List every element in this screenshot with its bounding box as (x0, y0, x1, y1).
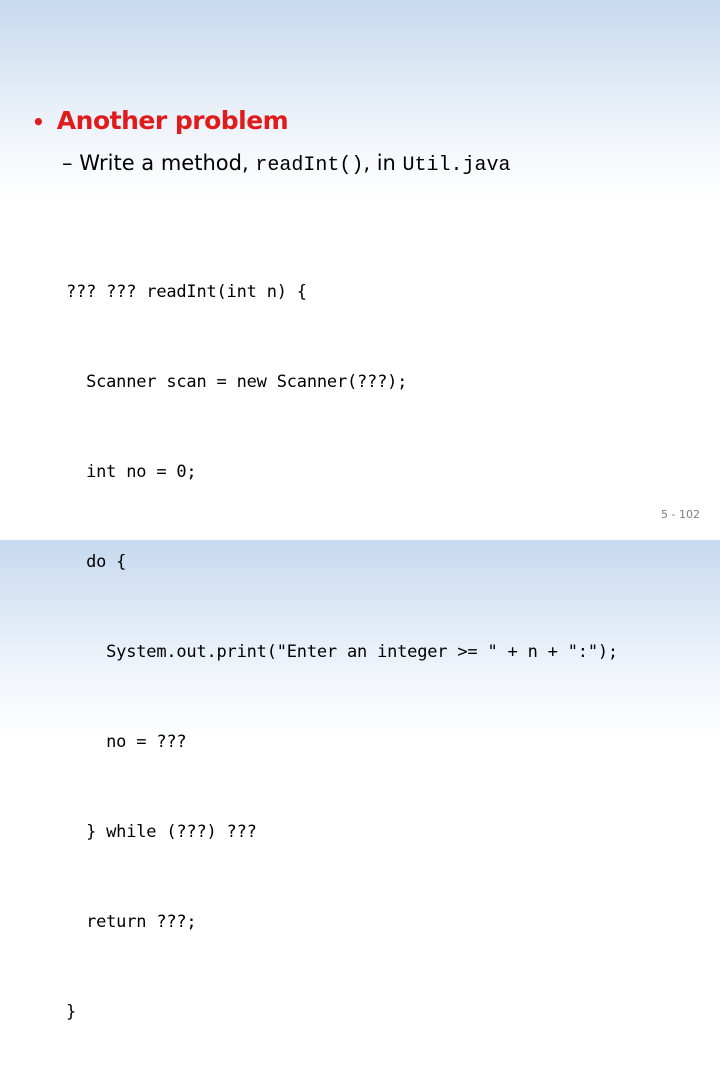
bullet-heading: • Another problem (32, 106, 289, 135)
code-line: ??? ??? readInt(int n) { (66, 282, 307, 302)
sub-bullet: – Write a method, readInt(), in Util.jav… (62, 151, 511, 177)
code-line: System.out.print("Enter an integer >= " … (66, 642, 618, 662)
dash-icon: – (62, 151, 80, 175)
bullet-icon: • (32, 110, 45, 134)
page-number: 5 - 102 (661, 508, 700, 521)
code-line: } (66, 1002, 77, 1022)
sub-bullet-middle: , in (363, 151, 403, 175)
method-name: readInt() (255, 154, 364, 177)
code-line: Scanner scan = new Scanner(???); (66, 372, 408, 392)
code-line: return ???; (66, 912, 197, 932)
sub-bullet-prefix: Write a method, (79, 151, 256, 175)
code-block: ??? ??? readInt(int n) { Scanner scan = … (66, 217, 618, 1080)
file-name: Util.java (402, 154, 511, 177)
code-line: do { (66, 552, 127, 572)
code-line: int no = 0; (66, 462, 197, 482)
code-line: no = ??? (66, 732, 187, 752)
heading-text: Another problem (56, 106, 289, 135)
code-line: } while (???) ??? (66, 822, 257, 842)
